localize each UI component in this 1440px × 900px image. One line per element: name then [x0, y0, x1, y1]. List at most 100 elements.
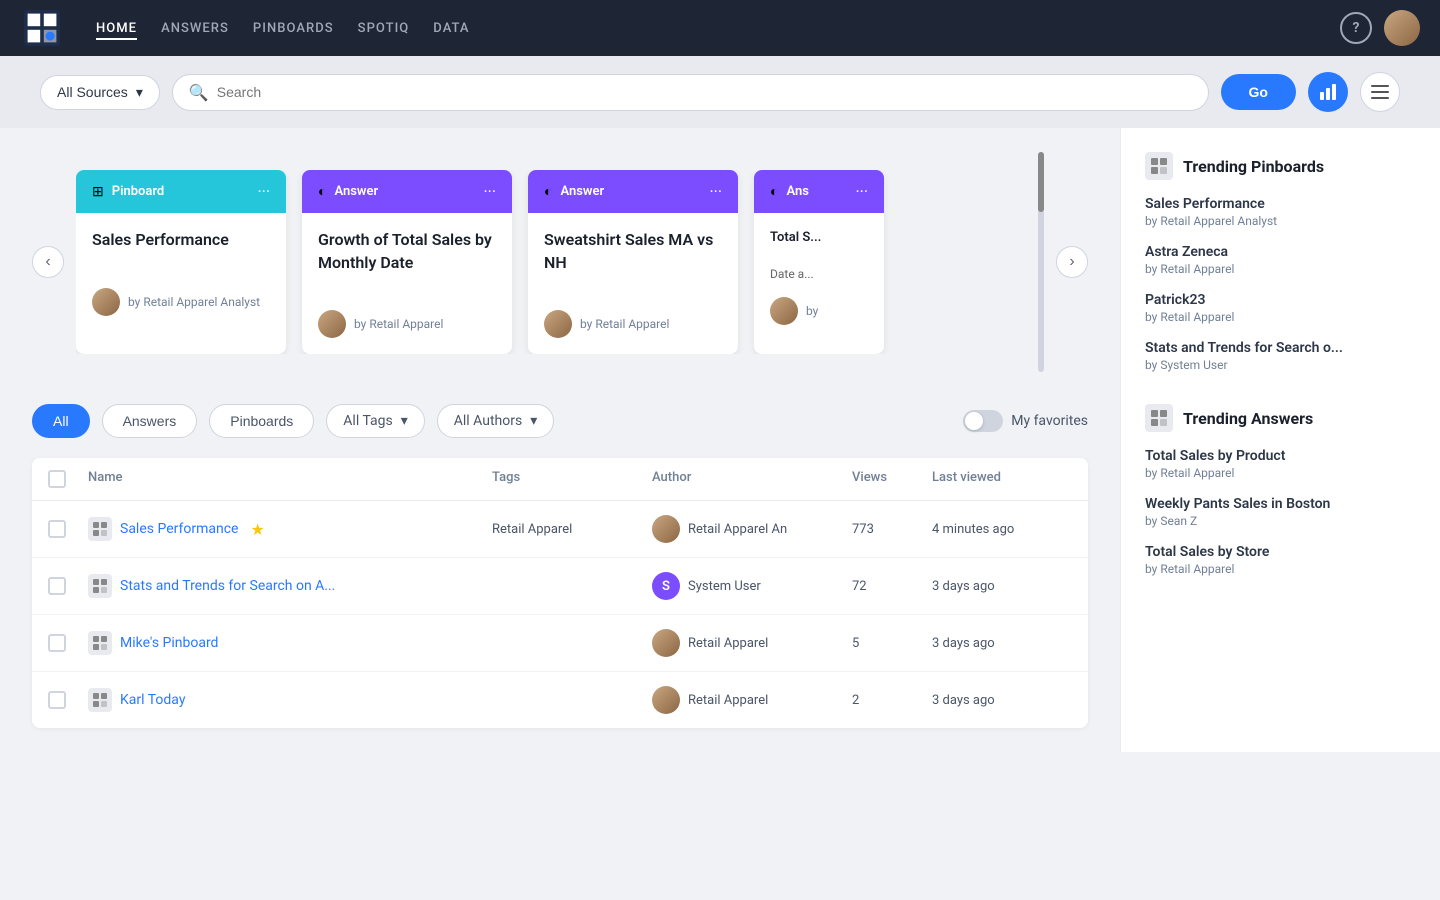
navbar-right: ?	[1340, 10, 1420, 46]
card-0-menu[interactable]: ···	[257, 182, 270, 201]
table-row: Mike's Pinboard Retail Apparel 5 3 days …	[32, 615, 1088, 672]
trending-answer-2-sub: by Retail Apparel	[1145, 562, 1416, 576]
card-0[interactable]: ⊞ Pinboard ··· Sales Performance by Reta…	[76, 170, 286, 354]
table-row: Karl Today Retail Apparel 2 3 days ago	[32, 672, 1088, 728]
go-button[interactable]: Go	[1221, 74, 1296, 110]
help-button[interactable]: ?	[1340, 12, 1372, 44]
authors-chevron-icon: ▾	[530, 413, 537, 429]
row-3-checkbox[interactable]	[48, 691, 66, 709]
trending-answer-1-title: Weekly Pants Sales in Boston	[1145, 496, 1416, 512]
card-2-header-left: ◐ Answer	[544, 183, 604, 200]
row-2-views: 5	[852, 636, 932, 651]
card-1-title: Growth of Total Sales by Monthly Date	[318, 229, 496, 274]
card-1-body: Growth of Total Sales by Monthly Date	[302, 213, 512, 310]
trending-answer-2[interactable]: Total Sales by Store by Retail Apparel	[1145, 544, 1416, 576]
filter-answers[interactable]: Answers	[102, 404, 198, 438]
trending-answer-2-title: Total Sales by Store	[1145, 544, 1416, 560]
chart-icon-button[interactable]	[1308, 72, 1348, 112]
cards-section: ‹ ⊞ Pinboard ··· Sales Performance	[32, 152, 1088, 372]
table-header: Name Tags Author Views Last viewed	[32, 458, 1088, 501]
tags-chevron-icon: ▾	[401, 413, 408, 429]
row-2-avatar-img	[652, 629, 680, 657]
row-1-title[interactable]: Stats and Trends for Search on A...	[120, 578, 335, 594]
filter-pinboards[interactable]: Pinboards	[209, 404, 314, 438]
card-3-avatar	[770, 297, 798, 325]
search-input[interactable]	[217, 84, 1192, 100]
row-3-title[interactable]: Karl Today	[120, 692, 185, 708]
logo[interactable]	[20, 6, 64, 50]
trending-answers-label: Trending Answers	[1183, 409, 1313, 428]
trending-pinboard-0-title: Sales Performance	[1145, 196, 1416, 212]
th-checkbox	[48, 470, 88, 488]
row-0-avatar-img	[652, 515, 680, 543]
carousel-prev-button[interactable]: ‹	[32, 246, 64, 278]
sources-dropdown[interactable]: All Sources ▾	[40, 75, 160, 110]
card-0-header-left: ⊞ Pinboard	[92, 184, 164, 200]
row-0-title[interactable]: Sales Performance	[120, 521, 238, 537]
search-bar: 🔍	[172, 74, 1209, 111]
nav-answers[interactable]: ANSWERS	[161, 17, 229, 40]
card-3-subtitle: Date a...	[770, 267, 868, 281]
card-1[interactable]: ◐ Answer ··· Growth of Total Sales by Mo…	[302, 170, 512, 354]
row-2-type-icon	[88, 631, 112, 655]
row-2-checkbox[interactable]	[48, 634, 66, 652]
nav-home[interactable]: HOME	[96, 17, 137, 40]
favorites-label: My favorites	[1011, 413, 1088, 429]
trending-pinboard-3-title: Stats and Trends for Search o...	[1145, 340, 1416, 356]
carousel-next-button[interactable]: ›	[1056, 246, 1088, 278]
right-sidebar: Trending Pinboards Sales Performance by …	[1120, 128, 1440, 752]
card-3-header: ◐ Ans ···	[754, 170, 884, 213]
favorites-toggle[interactable]	[963, 410, 1003, 432]
search-section: All Sources ▾ 🔍 Go	[0, 56, 1440, 128]
row-3-views: 2	[852, 693, 932, 708]
row-0-star-icon[interactable]: ★	[250, 520, 264, 539]
table-row: Sales Performance ★ Retail Apparel Retai…	[32, 501, 1088, 558]
card-1-menu[interactable]: ···	[483, 182, 496, 201]
trending-pinboard-2-sub: by Retail Apparel	[1145, 310, 1416, 324]
menu-icon-button[interactable]	[1360, 72, 1400, 112]
card-2-avatar	[544, 310, 572, 338]
filter-all[interactable]: All	[32, 404, 90, 438]
row-3-name: Karl Today	[88, 688, 492, 712]
row-0-checkbox[interactable]	[48, 520, 66, 538]
trending-answers-section: Trending Answers Total Sales by Product …	[1145, 404, 1416, 576]
nav-spotiq[interactable]: SPOTIQ	[358, 17, 410, 40]
trending-pinboard-3[interactable]: Stats and Trends for Search o... by Syst…	[1145, 340, 1416, 372]
card-2[interactable]: ◐ Answer ··· Sweatshirt Sales MA vs NH b…	[528, 170, 738, 354]
card-0-title: Sales Performance	[92, 229, 270, 251]
trending-pinboard-0[interactable]: Sales Performance by Retail Apparel Anal…	[1145, 196, 1416, 228]
nav-pinboards[interactable]: PINBOARDS	[253, 17, 334, 40]
row-2-author-name: Retail Apparel	[688, 636, 768, 651]
row-2-author: Retail Apparel	[652, 629, 852, 657]
trending-pinboard-0-sub: by Retail Apparel Analyst	[1145, 214, 1416, 228]
card-2-type: Answer	[560, 184, 604, 199]
trending-pinboard-1-title: Astra Zeneca	[1145, 244, 1416, 260]
row-2-title[interactable]: Mike's Pinboard	[120, 635, 218, 651]
tags-dropdown[interactable]: All Tags ▾	[326, 404, 424, 438]
table-row: Stats and Trends for Search on A... S Sy…	[32, 558, 1088, 615]
trending-pinboard-1[interactable]: Astra Zeneca by Retail Apparel	[1145, 244, 1416, 276]
trending-answer-1[interactable]: Weekly Pants Sales in Boston by Sean Z	[1145, 496, 1416, 528]
card-3-menu[interactable]: ···	[855, 182, 868, 201]
navbar: HOME ANSWERS PINBOARDS SPOTIQ DATA ?	[0, 0, 1440, 56]
favorites-toggle-container: My favorites	[963, 410, 1088, 432]
user-avatar[interactable]	[1384, 10, 1420, 46]
cards-container: ⊞ Pinboard ··· Sales Performance by Reta…	[76, 170, 1018, 354]
card-1-type: Answer	[334, 184, 378, 199]
trending-pinboard-2[interactable]: Patrick23 by Retail Apparel	[1145, 292, 1416, 324]
tags-label: All Tags	[343, 413, 392, 429]
table-container: Name Tags Author Views Last viewed	[32, 458, 1088, 728]
card-3-author: by	[806, 304, 818, 318]
trending-pinboards-label: Trending Pinboards	[1183, 157, 1324, 176]
trending-answer-0[interactable]: Total Sales by Product by Retail Apparel	[1145, 448, 1416, 480]
nav-data[interactable]: DATA	[433, 17, 469, 40]
header-checkbox[interactable]	[48, 470, 66, 488]
authors-dropdown[interactable]: All Authors ▾	[437, 404, 554, 438]
row-1-checkbox[interactable]	[48, 577, 66, 595]
left-content: ‹ ⊞ Pinboard ··· Sales Performance	[0, 128, 1120, 752]
card-3-type: Ans	[786, 184, 808, 199]
card-2-menu[interactable]: ···	[709, 182, 722, 201]
card-0-header: ⊞ Pinboard ···	[76, 170, 286, 213]
row-3-avatar-img	[652, 686, 680, 714]
card-3[interactable]: ◐ Ans ··· Total S... Date a... by	[754, 170, 884, 354]
